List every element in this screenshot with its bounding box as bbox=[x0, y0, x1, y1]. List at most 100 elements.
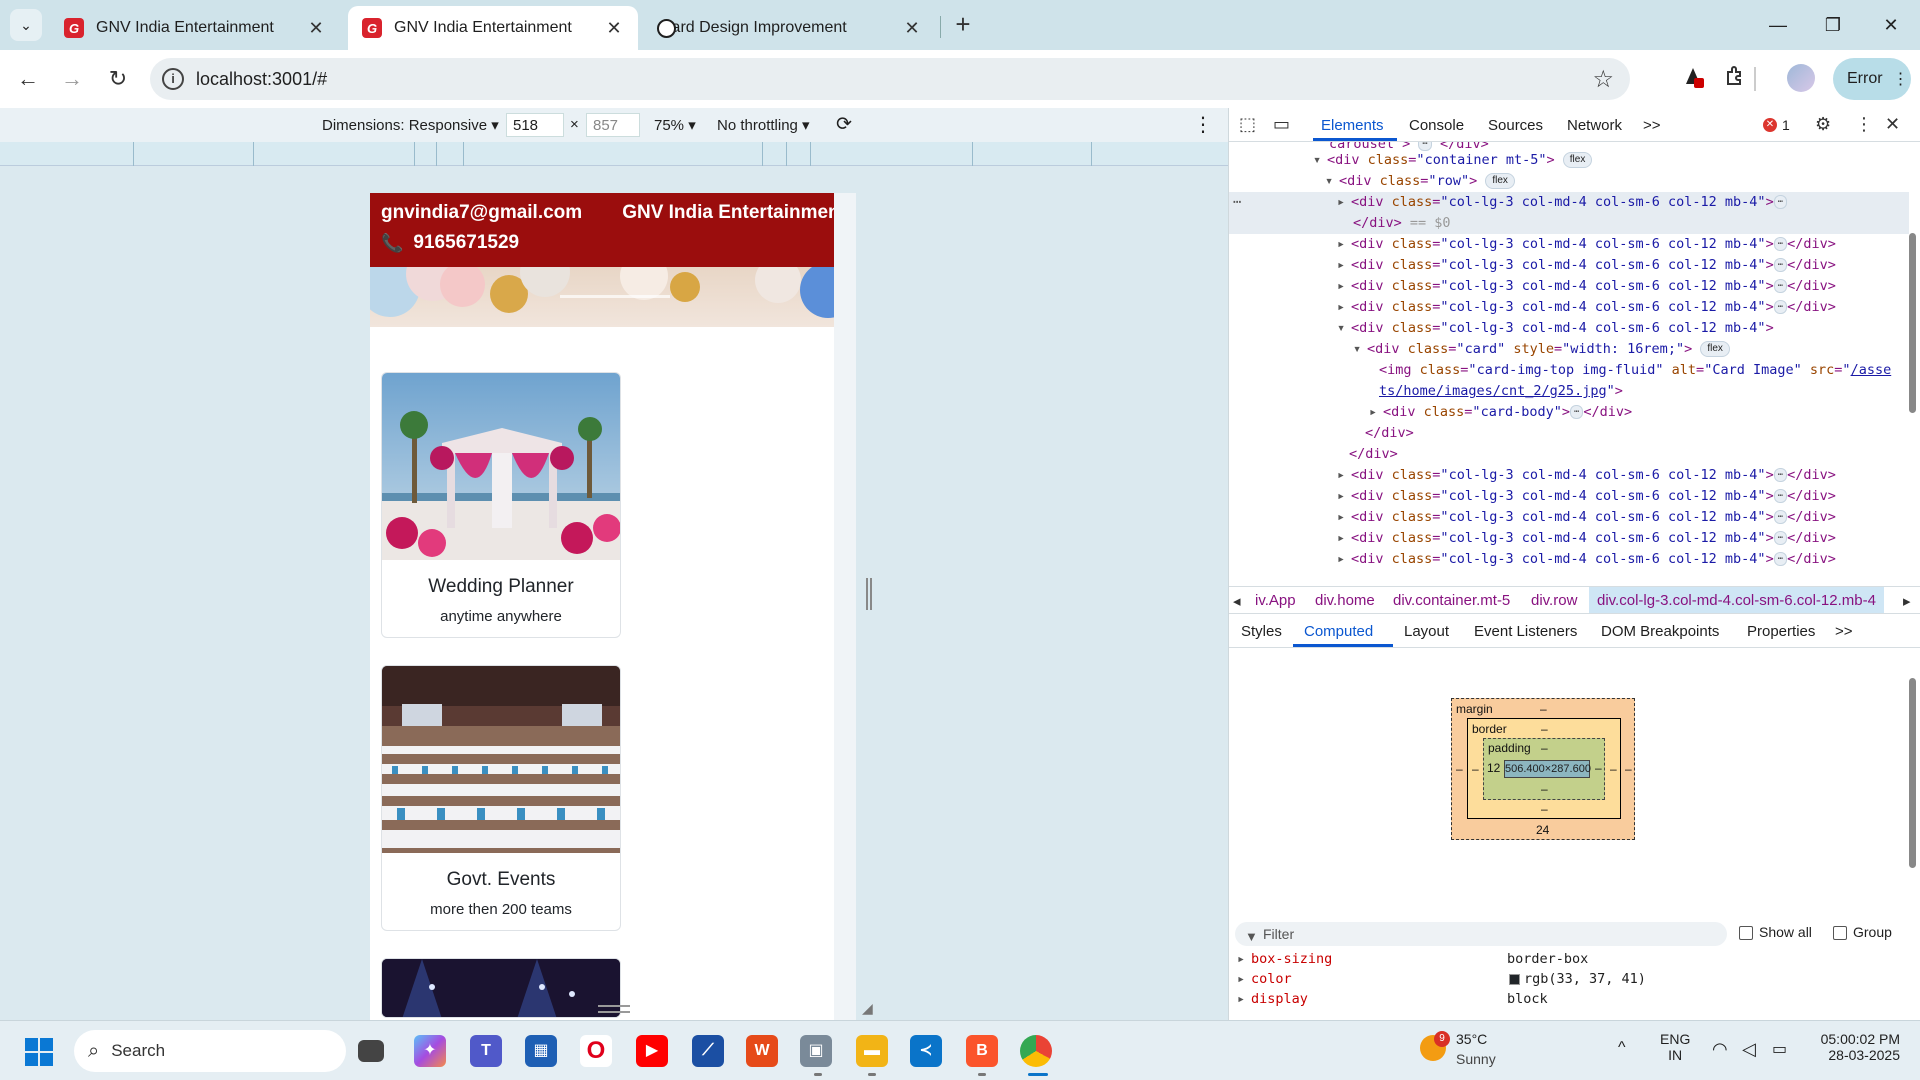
minimize-button[interactable]: — bbox=[1755, 8, 1801, 42]
tab-elements[interactable]: Elements bbox=[1321, 117, 1384, 134]
code-line[interactable]: ▾ <div class="row"> flex bbox=[1325, 171, 1515, 192]
code-line[interactable]: ▸ <div class="card-body"> ⋯ </div> bbox=[1369, 402, 1632, 423]
elements-scrollbar[interactable] bbox=[1909, 233, 1916, 413]
new-tab-button[interactable]: + bbox=[948, 10, 978, 40]
browser-tab-active[interactable]: G GNV India Entertainment ✕ bbox=[348, 6, 638, 50]
code-line[interactable]: ts/home/images/cnt_2/g25.jpg"> bbox=[1379, 381, 1623, 402]
breadcrumb-item[interactable]: div.row bbox=[1531, 592, 1577, 609]
address-bar[interactable]: i localhost:3001/# ☆ bbox=[150, 58, 1630, 100]
color-swatch[interactable] bbox=[1509, 973, 1520, 985]
service-card[interactable]: Wedding Planner anytime anywhere bbox=[381, 372, 621, 638]
tab-search-button[interactable]: ⌄ bbox=[10, 9, 42, 41]
page-scrollbar[interactable] bbox=[834, 193, 856, 1021]
taskbar-search[interactable]: ⌕ Search bbox=[74, 1030, 346, 1072]
gear-icon[interactable]: ⚙ bbox=[1815, 114, 1831, 135]
windows-start-icon[interactable] bbox=[25, 1038, 53, 1066]
device-toggle-icon[interactable]: ▭ bbox=[1273, 114, 1290, 135]
brave-icon[interactable]: B bbox=[966, 1035, 998, 1067]
close-icon[interactable]: ✕ bbox=[1885, 114, 1900, 135]
box-model-content[interactable]: 506.400×287.600 bbox=[1504, 760, 1591, 778]
dimensions-dropdown[interactable]: Dimensions: Responsive ▾ bbox=[322, 116, 499, 134]
code-line[interactable]: ▸ <div class="col-lg-3 col-md-4 col-sm-6 … bbox=[1337, 465, 1836, 486]
browser-tab[interactable]: G GNV India Entertainment ✕ bbox=[50, 6, 340, 50]
forward-arrow-icon[interactable]: → bbox=[56, 63, 88, 95]
computed-property[interactable]: ▸ color bbox=[1237, 971, 1292, 987]
header-phone[interactable]: 📞 9165671529 bbox=[381, 232, 519, 254]
box-model-margin[interactable]: margin – – – 24 border – – – – padding –… bbox=[1451, 698, 1635, 840]
close-icon[interactable]: ✕ bbox=[604, 18, 624, 39]
clock[interactable]: 05:00:02 PM 28-03-2025 bbox=[1816, 1031, 1900, 1063]
code-line[interactable]: ▸ <div class="col-lg-3 col-md-4 col-sm-6 … bbox=[1337, 486, 1836, 507]
wifi-icon[interactable]: ◠ bbox=[1712, 1039, 1728, 1060]
restore-button[interactable]: ❐ bbox=[1810, 8, 1856, 42]
rotate-icon[interactable]: ⟳ bbox=[836, 113, 852, 136]
viewport-resize-handle[interactable] bbox=[866, 578, 872, 610]
code-line[interactable]: <img class="card-img-top img-fluid" alt=… bbox=[1379, 360, 1891, 381]
chrome-icon[interactable] bbox=[1020, 1035, 1052, 1067]
code-line[interactable]: ▸ <div class="col-lg-3 col-md-4 col-sm-6 … bbox=[1337, 507, 1836, 528]
computed-filter-input[interactable]: ▼ Filter bbox=[1235, 922, 1727, 946]
tab-network[interactable]: Network bbox=[1567, 117, 1622, 134]
corner-resize-icon[interactable]: ◢ bbox=[862, 1000, 873, 1017]
subtab-event-listeners[interactable]: Event Listeners bbox=[1474, 623, 1577, 640]
show-all-checkbox[interactable] bbox=[1739, 926, 1753, 940]
code-line-selected[interactable]: ⋯ ▸ <div class="col-lg-3 col-md-4 col-sm-6… bbox=[1229, 192, 1909, 213]
carousel-image[interactable] bbox=[370, 267, 856, 327]
task-view-icon[interactable] bbox=[358, 1040, 384, 1062]
box-model-padding[interactable]: padding – 12 – – 506.400×287.600 bbox=[1483, 738, 1605, 800]
breadcrumb-item-active[interactable]: div.col-lg-3.col-md-4.col-sm-6.col-12.mb… bbox=[1589, 587, 1884, 613]
teams-icon[interactable]: T bbox=[470, 1035, 502, 1067]
more-subtabs-chevron[interactable]: >> bbox=[1835, 623, 1853, 640]
volume-icon[interactable]: ◁ bbox=[1742, 1039, 1756, 1060]
inspect-element-icon[interactable]: ⬚ bbox=[1239, 114, 1256, 135]
back-arrow-icon[interactable]: ← bbox=[12, 63, 44, 95]
more-options-icon[interactable]: ⋮ bbox=[1193, 112, 1213, 137]
header-brand[interactable]: GNV India Entertainment bbox=[622, 202, 846, 224]
service-card[interactable] bbox=[381, 958, 621, 1018]
close-window-button[interactable]: ✕ bbox=[1868, 8, 1914, 42]
puzzle-extensions-icon[interactable] bbox=[1721, 64, 1751, 94]
vscode-icon[interactable]: ≺ bbox=[910, 1035, 942, 1067]
browser-tab[interactable]: Card Design Improvement ✕ bbox=[646, 6, 936, 50]
tab-sources[interactable]: Sources bbox=[1488, 117, 1543, 134]
profile-error-button[interactable]: Error ⋮ bbox=[1833, 58, 1911, 100]
code-line[interactable]: </div> bbox=[1349, 444, 1398, 465]
bookmark-star-icon[interactable]: ☆ bbox=[1592, 65, 1614, 94]
breadcrumb-item[interactable]: iv.App bbox=[1255, 592, 1296, 609]
subtab-layout[interactable]: Layout bbox=[1404, 623, 1449, 640]
computed-property[interactable]: ▸ display bbox=[1237, 991, 1308, 1007]
breadcrumb-item[interactable]: div.container.mt-5 bbox=[1393, 592, 1510, 609]
subtab-computed[interactable]: Computed bbox=[1304, 623, 1373, 640]
code-line[interactable]: ▸ <div class="col-lg-3 col-md-4 col-sm-6 … bbox=[1337, 234, 1836, 255]
width-input[interactable]: 518 bbox=[506, 113, 564, 137]
app-icon[interactable]: ⟋ bbox=[692, 1035, 724, 1067]
kebab-menu-icon[interactable]: ⋮ bbox=[1855, 114, 1873, 135]
more-tabs-chevron[interactable]: >> bbox=[1643, 117, 1661, 134]
zoom-dropdown[interactable]: 75% ▾ bbox=[654, 116, 696, 134]
code-line[interactable]: ▾ <div class="col-lg-3 col-md-4 col-sm-6 … bbox=[1337, 318, 1774, 339]
breadcrumb-item[interactable]: div.home bbox=[1315, 592, 1375, 609]
code-line[interactable]: ▸ <div class="col-lg-3 col-md-4 col-sm-6 … bbox=[1337, 528, 1836, 549]
tab-console[interactable]: Console bbox=[1409, 117, 1464, 134]
youtube-icon[interactable]: ▶ bbox=[636, 1035, 668, 1067]
media-query-ruler[interactable] bbox=[0, 142, 1228, 166]
code-line[interactable]: ▾ <div class="card" style="width: 16rem;"… bbox=[1353, 339, 1730, 360]
reload-icon[interactable]: ↻ bbox=[102, 63, 134, 95]
chevron-up-icon[interactable]: ^ bbox=[1618, 1039, 1626, 1057]
header-email[interactable]: gnvindia7@gmail.com bbox=[381, 202, 582, 224]
remote-desktop-icon[interactable]: ▣ bbox=[800, 1035, 832, 1067]
language-indicator[interactable]: ENG IN bbox=[1660, 1031, 1690, 1063]
carousel-indicators[interactable] bbox=[560, 295, 670, 298]
subtab-dom-breakpoints[interactable]: DOM Breakpoints bbox=[1601, 623, 1719, 640]
code-line[interactable]: ▸ <div class="col-lg-3 col-md-4 col-sm-6 … bbox=[1337, 549, 1836, 570]
height-input[interactable]: 857 bbox=[586, 113, 640, 137]
code-line[interactable]: ▾ <div class="container mt-5"> flex bbox=[1313, 150, 1593, 171]
url-text[interactable]: localhost:3001/# bbox=[196, 69, 327, 90]
code-line[interactable]: </div> bbox=[1365, 423, 1414, 444]
breadcrumb-scroll-right[interactable]: ▸ bbox=[1903, 592, 1911, 610]
computed-scrollbar[interactable] bbox=[1909, 678, 1916, 868]
close-icon[interactable]: ✕ bbox=[902, 18, 922, 39]
close-icon[interactable]: ✕ bbox=[306, 18, 326, 39]
battery-icon[interactable]: ▭ bbox=[1772, 1039, 1787, 1059]
site-info-icon[interactable]: i bbox=[162, 68, 184, 90]
